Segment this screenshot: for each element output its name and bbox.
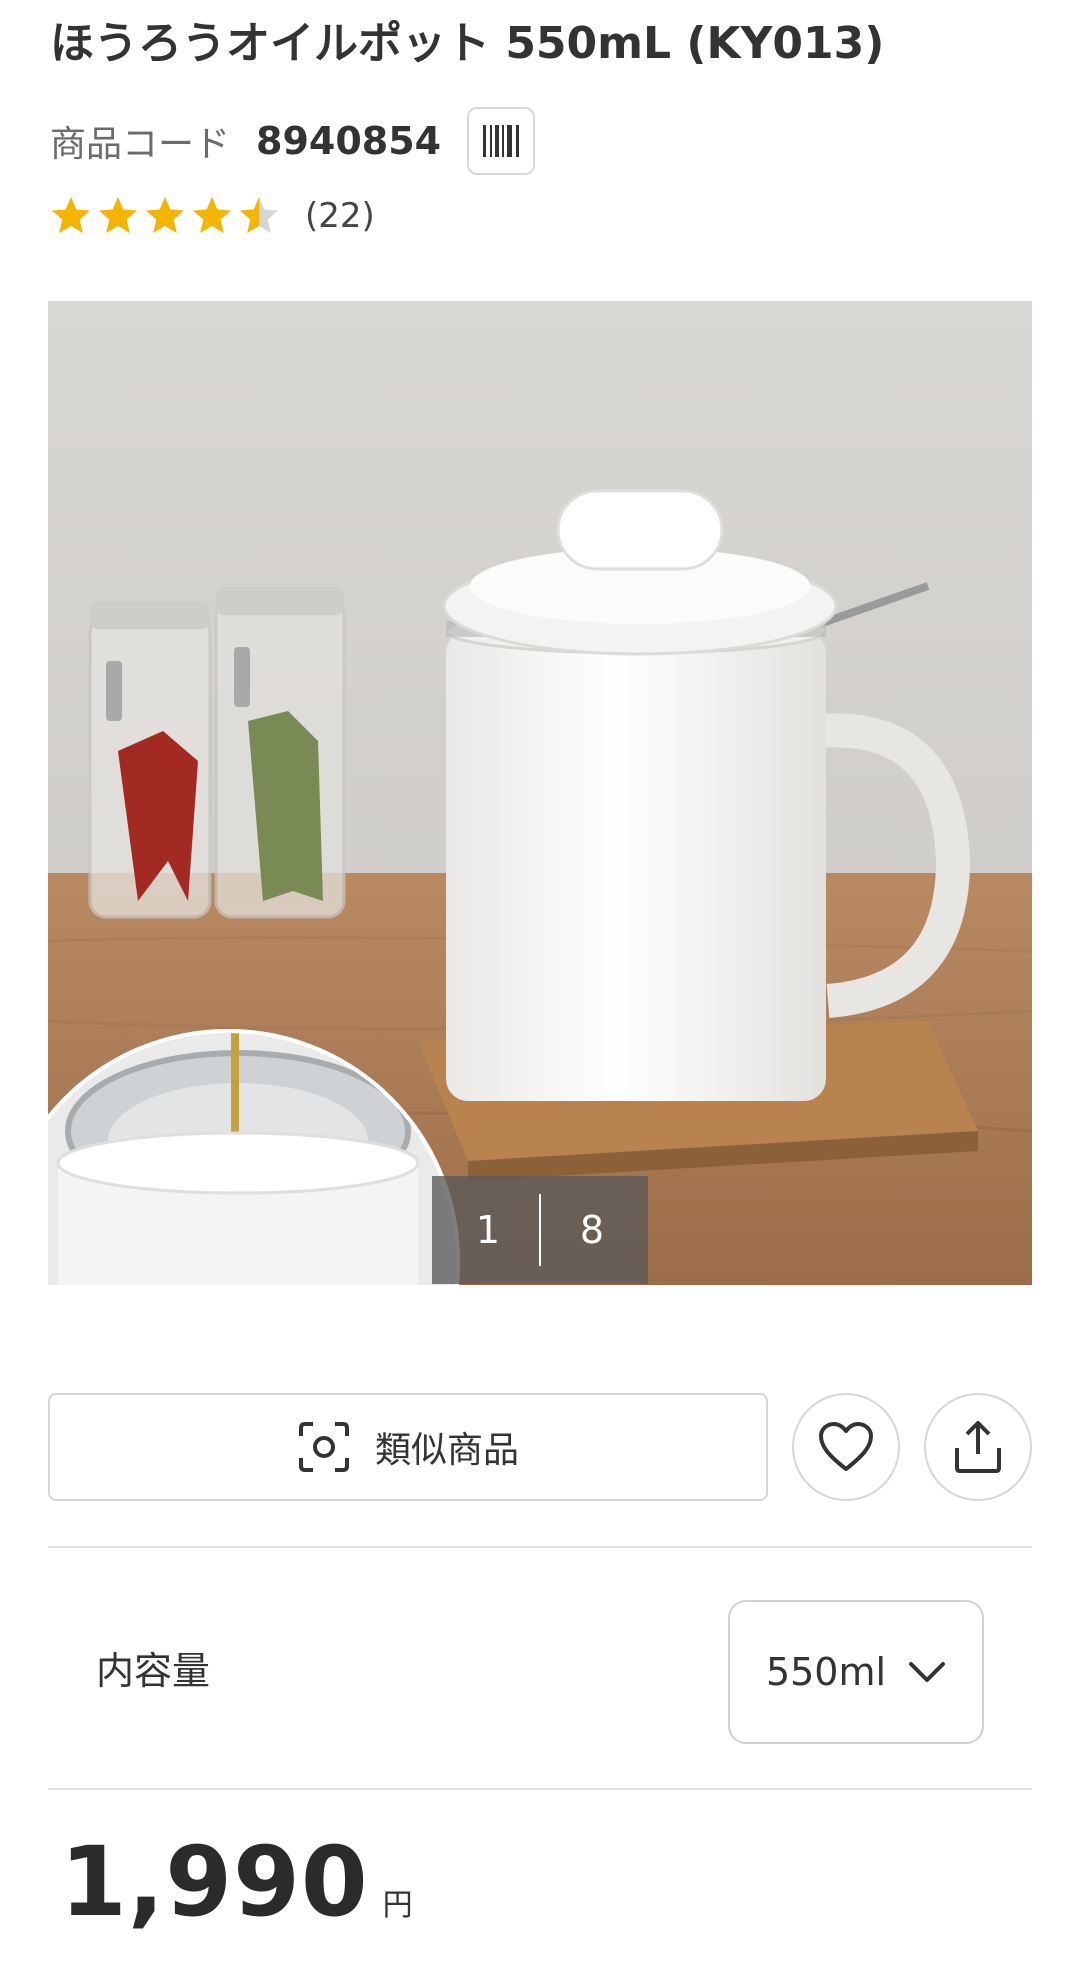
chevron-down-icon — [909, 1662, 946, 1682]
product-photo — [48, 301, 1032, 1285]
image-counter: 1 8 — [432, 1176, 648, 1284]
price: 1,990 円 — [60, 1826, 413, 1938]
rating-row[interactable]: (22) — [50, 188, 375, 244]
capacity-selected-value: 550ml — [765, 1650, 887, 1694]
price-amount: 1,990 — [60, 1826, 369, 1938]
review-count[interactable]: (22) — [305, 196, 375, 236]
heart-icon — [819, 1422, 873, 1471]
image-counter-total: 8 — [579, 1208, 605, 1252]
star-icon — [240, 197, 278, 233]
product-code-row: 商品コード 8940854 — [50, 106, 536, 176]
product-title: ほうろうオイルポット 550mL (KY013) — [50, 18, 885, 69]
similar-items-button[interactable]: 類似商品 — [48, 1393, 768, 1501]
star-icon — [146, 197, 184, 233]
section-divider — [48, 1546, 1032, 1548]
product-code-value: 8940854 — [256, 119, 442, 163]
star-rating — [50, 195, 285, 237]
image-counter-current: 1 — [475, 1208, 501, 1252]
share-button[interactable] — [924, 1393, 1032, 1501]
scan-icon — [298, 1422, 349, 1472]
image-counter-divider — [539, 1194, 541, 1266]
product-image-gallery[interactable]: 1 8 — [48, 301, 1032, 1285]
barcode-icon — [483, 125, 520, 157]
product-code-label: 商品コード — [50, 124, 231, 165]
star-icon — [52, 197, 90, 233]
share-icon — [955, 1421, 1001, 1473]
similar-items-label: 類似商品 — [374, 1430, 519, 1471]
capacity-select[interactable]: 550ml — [728, 1600, 984, 1744]
price-unit: 円 — [382, 1888, 413, 1923]
capacity-label: 内容量 — [96, 1649, 211, 1693]
section-divider — [48, 1788, 1032, 1790]
star-icon — [193, 197, 231, 233]
favorite-button[interactable] — [792, 1393, 900, 1501]
star-icon — [99, 197, 137, 233]
barcode-button[interactable] — [467, 107, 536, 175]
